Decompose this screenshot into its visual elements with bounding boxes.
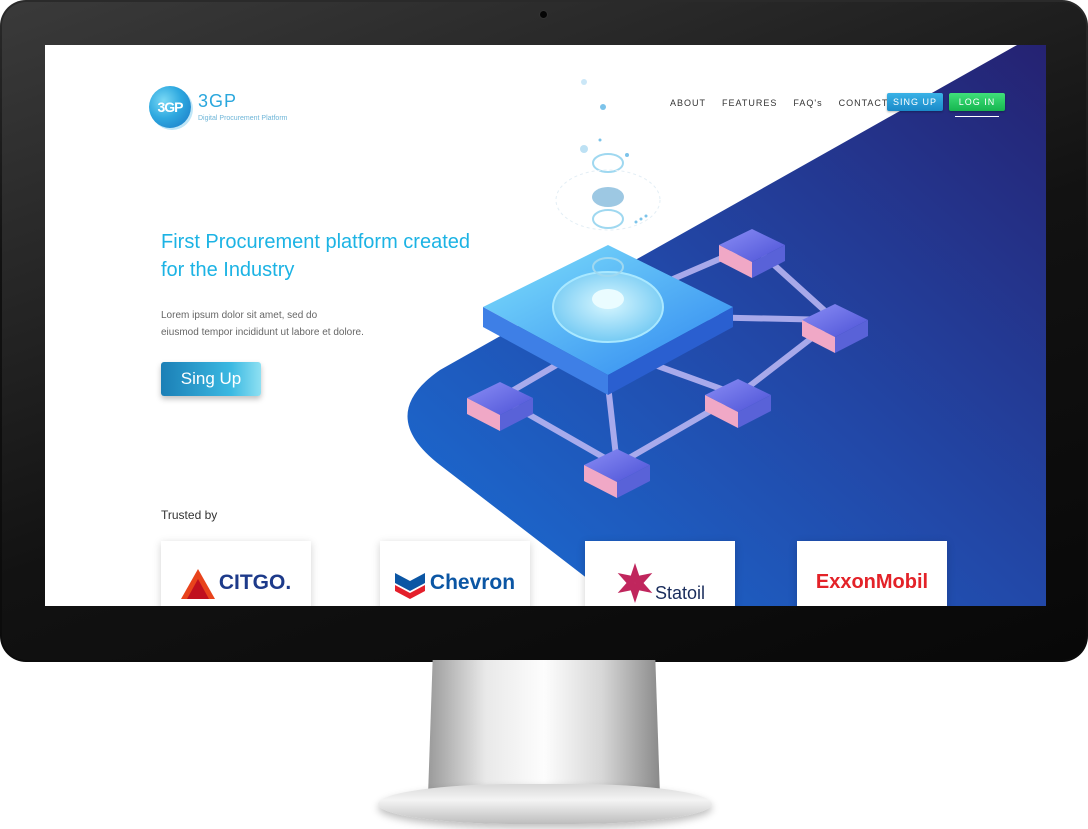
login-underline [955,116,999,117]
hero-description-line: eiusmod tempor incididunt ut labore et d… [161,327,364,338]
camera-icon [540,11,547,18]
brand-card-statoil: Statoil [585,541,735,606]
hero-title: First Procurement platform created for t… [161,231,470,281]
brand-card-exxonmobil: ExxonMobil [797,541,947,606]
brand-citgo: CITGO. [218,571,292,594]
logo-icon[interactable]: 3GP [149,86,191,128]
logo-title[interactable]: 3GP [198,91,237,112]
nav-contact[interactable]: CONTACT [839,98,889,108]
statoil-star-icon [617,563,653,603]
brand-exxonmobil: ExxonMobil [815,571,929,593]
signup-button[interactable]: SING UP [887,93,943,111]
logo-subtitle: Digital Procurement Platform [198,115,288,122]
brand-card-citgo: CITGO. [161,541,311,606]
browser-viewport: 3GP 3GP Digital Procurement Platform ABO… [45,45,1046,606]
login-button[interactable]: LOG IN [949,93,1005,111]
citgo-logo-icon [180,569,215,599]
nav-features[interactable]: FEATURES [722,98,777,108]
hero-description-line: Lorem ipsum dolor sit amet, sed do [161,310,318,321]
monitor-stand [428,660,660,796]
nav-about[interactable]: ABOUT [670,98,706,108]
brand-chevron: Chevron [429,571,516,594]
hero-signup-button[interactable]: Sing Up [161,362,261,396]
brand-statoil: Statoil [654,583,706,603]
monitor-base [378,784,712,824]
chevron-logo-icon [394,573,425,599]
brand-card-chevron: Chevron [380,541,530,606]
hero-description: Lorem ipsum dolor sit amet, sed do eiusm… [161,307,431,341]
trusted-by-label: Trusted by [161,508,218,522]
nav-faqs[interactable]: FAQ's [793,98,822,108]
main-nav: ABOUT FEATURES FAQ's CONTACT [670,98,904,108]
